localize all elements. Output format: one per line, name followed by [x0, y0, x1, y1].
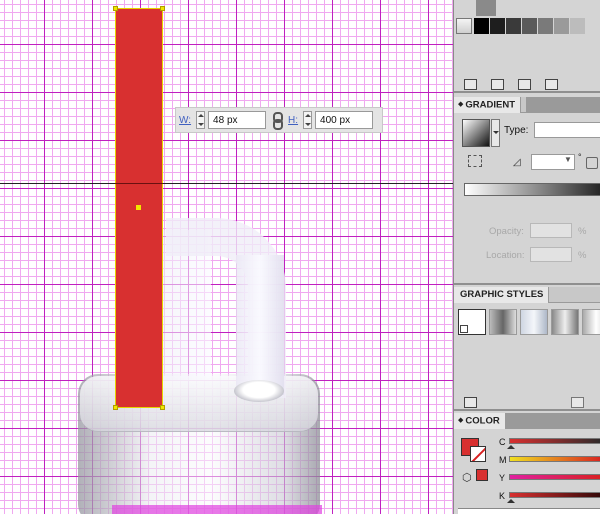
gradient-panel: ◆ GRADIENT Type: ◿ ▼ ° Opacity: % Locatio…: [454, 95, 600, 285]
opacity-label: Opacity:: [489, 226, 524, 237]
swatch-options-icon[interactable]: [518, 78, 531, 90]
channel-c-thumb[interactable]: [507, 445, 515, 449]
color-tab-empty: [506, 413, 600, 429]
gradient-tab-bar: ◆ GRADIENT: [454, 97, 600, 113]
gradient-tab-label: GRADIENT: [465, 99, 516, 111]
gamut-color-swatch[interactable]: [476, 469, 488, 481]
degree-symbol: °: [578, 152, 582, 162]
transform-size-box: W: H:: [175, 107, 383, 133]
graphic-styles-panel: GRAPHIC STYLES: [454, 287, 600, 411]
channel-y-slider[interactable]: [509, 474, 600, 480]
swatches-footer: [454, 75, 600, 93]
collapse-triangle-icon[interactable]: ◆: [458, 97, 463, 113]
chain-link-icon[interactable]: [271, 111, 284, 130]
color-panel: ◆ COLOR ⬡ C M Y K: [454, 413, 600, 514]
style-swatch-2[interactable]: [520, 309, 548, 335]
gradient-ramp-slider[interactable]: [464, 183, 600, 196]
artboard-canvas[interactable]: W: H:: [0, 0, 453, 514]
style-default[interactable]: [458, 309, 486, 335]
angle-icon: ◿: [513, 157, 521, 168]
swatch-grey-3[interactable]: [554, 18, 570, 34]
location-input[interactable]: [530, 247, 572, 262]
tab-color[interactable]: ◆ COLOR: [454, 413, 506, 429]
swatch-row: [456, 18, 586, 34]
channel-c-label: C: [499, 437, 506, 447]
color-tab-label: COLOR: [465, 415, 500, 427]
channel-k-slider[interactable]: [509, 492, 600, 498]
swatch-folder-icon[interactable]: [456, 18, 472, 34]
channel-m-label: M: [499, 455, 507, 465]
right-panel-dock: ◆ GRADIENT Type: ◿ ▼ ° Opacity: % Locatio…: [453, 0, 600, 514]
angle-dropdown-icon[interactable]: ▼: [564, 155, 572, 164]
channel-k-thumb[interactable]: [507, 499, 515, 503]
handle-bottom-left[interactable]: [113, 405, 118, 410]
gradient-menu-dropdown[interactable]: [491, 119, 500, 147]
style-libraries-icon[interactable]: [464, 396, 477, 408]
location-label: Location:: [486, 250, 525, 261]
style-swatch-4[interactable]: [582, 309, 600, 335]
swatch-grey-2[interactable]: [538, 18, 554, 34]
collapse-triangle-icon[interactable]: ◆: [458, 413, 463, 429]
swatch-grey-4[interactable]: [570, 18, 586, 34]
new-swatch-icon[interactable]: [545, 78, 558, 90]
gradient-swatch-thumbnail[interactable]: [462, 119, 490, 147]
gradient-type-select[interactable]: [534, 122, 600, 138]
width-label: W:: [179, 114, 192, 126]
gradient-tab-empty: [526, 97, 600, 113]
bottom-artwork-edge: [112, 505, 322, 514]
color-spectrum-strip[interactable]: [458, 508, 600, 514]
horizontal-guide[interactable]: [0, 183, 453, 184]
shackle-right-post-shape[interactable]: [236, 255, 284, 395]
height-stepper[interactable]: [303, 111, 313, 129]
gradient-type-label: Type:: [504, 125, 529, 136]
style-swatch-3[interactable]: [551, 309, 579, 335]
channel-c-slider[interactable]: [509, 438, 600, 444]
stroke-none-swatch[interactable]: [470, 446, 486, 462]
swatches-panel: [454, 0, 600, 93]
swatch-dark-1[interactable]: [490, 18, 506, 34]
height-label: H:: [288, 114, 299, 126]
out-of-gamut-cube-icon[interactable]: ⬡: [462, 471, 472, 484]
handle-top-left[interactable]: [113, 6, 118, 11]
channel-m-slider[interactable]: [509, 456, 600, 462]
handle-bottom-right[interactable]: [160, 405, 165, 410]
swatch-grey-1[interactable]: [522, 18, 538, 34]
reverse-gradient-icon[interactable]: [468, 155, 482, 167]
channel-y-label: Y: [499, 473, 506, 483]
height-input[interactable]: [315, 111, 374, 129]
style-swatch-1[interactable]: [489, 309, 517, 335]
swatch-black[interactable]: [474, 18, 490, 34]
opacity-input[interactable]: [530, 223, 572, 238]
swatch-dark-2[interactable]: [506, 18, 522, 34]
swatch-grey[interactable]: [476, 0, 496, 16]
channel-k-label: K: [499, 491, 506, 501]
guide-over-selection: [115, 183, 163, 184]
tab-gradient[interactable]: ◆ GRADIENT: [454, 97, 522, 113]
show-swatch-kinds-icon[interactable]: [491, 78, 504, 90]
lock-keyhole-ellipse[interactable]: [234, 380, 284, 402]
graphic-styles-tab-bar: GRAPHIC STYLES: [454, 287, 600, 303]
graphic-styles-footer: [454, 393, 600, 411]
break-link-icon[interactable]: [571, 396, 584, 408]
opacity-percent: %: [578, 226, 587, 237]
selection-center-point[interactable]: [136, 205, 141, 210]
aspect-ratio-icon[interactable]: [586, 157, 598, 169]
swatch-libraries-icon[interactable]: [464, 78, 477, 90]
width-stepper[interactable]: [196, 111, 206, 129]
color-tab-bar: ◆ COLOR: [454, 413, 600, 429]
location-percent: %: [578, 250, 587, 261]
handle-top-right[interactable]: [160, 6, 165, 11]
tab-graphic-styles[interactable]: GRAPHIC STYLES: [454, 287, 550, 303]
graphic-styles-list: [458, 309, 600, 335]
width-input[interactable]: [208, 111, 267, 129]
graphic-styles-tab-label: GRAPHIC STYLES: [460, 289, 544, 300]
